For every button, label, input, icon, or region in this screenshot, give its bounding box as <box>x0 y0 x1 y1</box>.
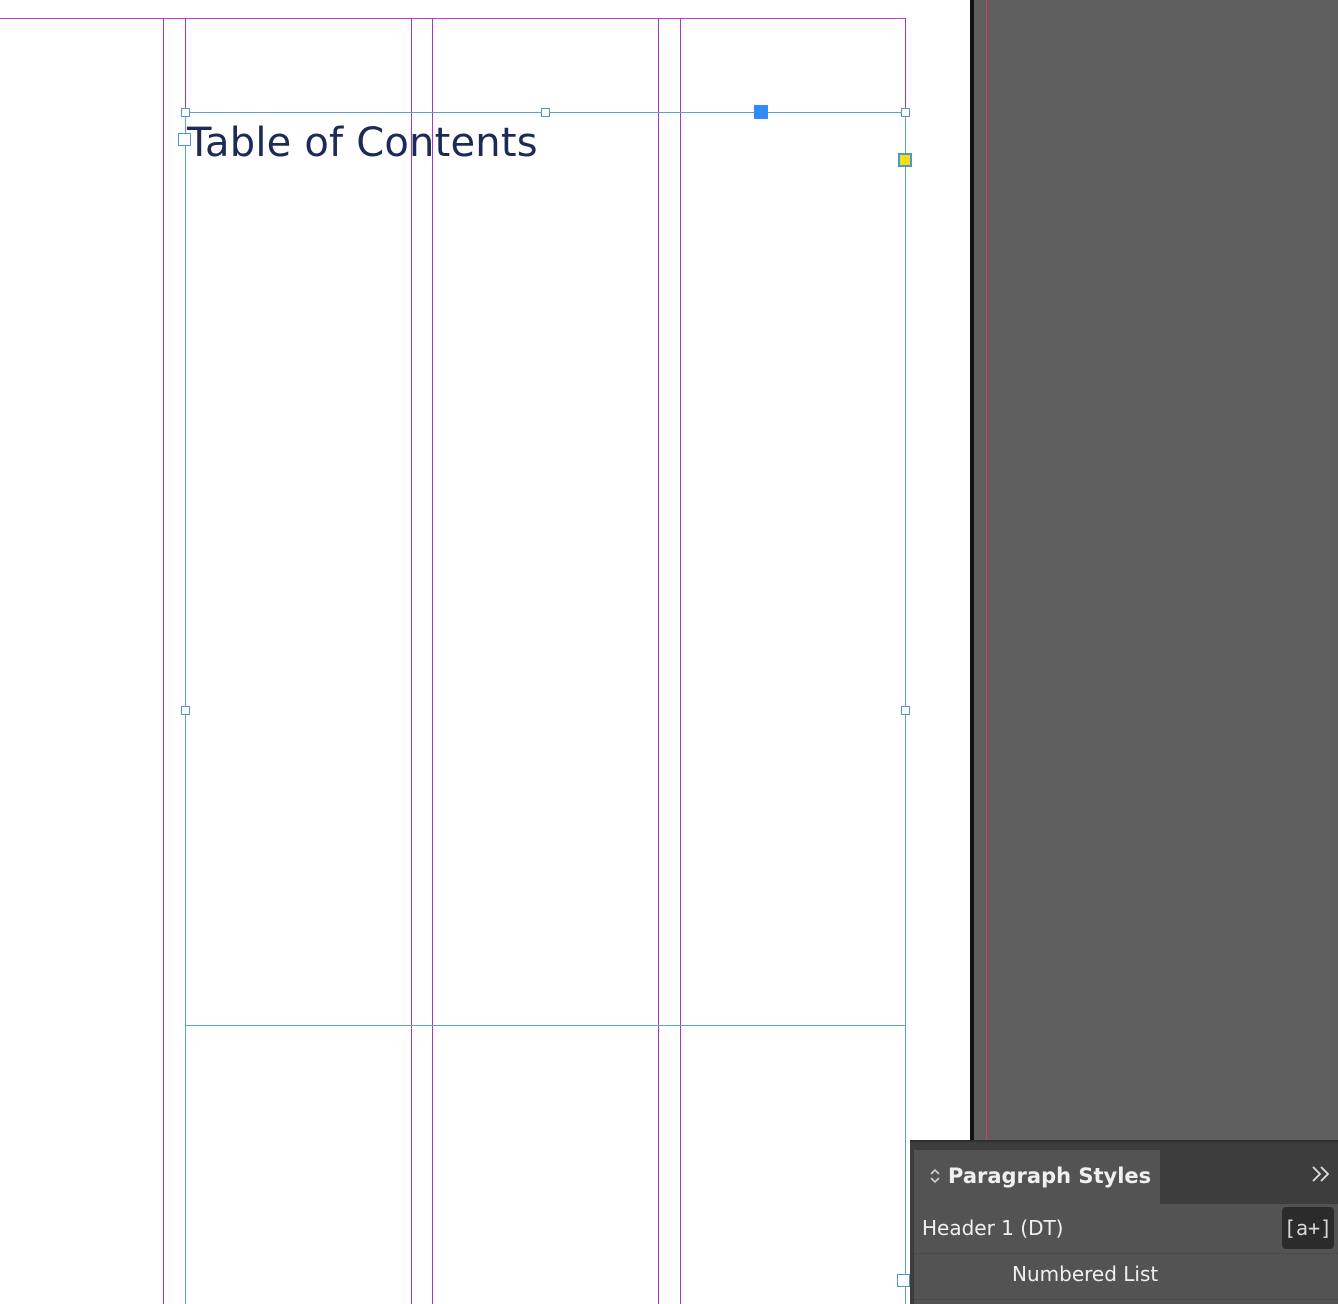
text-frame-divider <box>185 1025 906 1026</box>
frame-handle-middle-right[interactable] <box>901 706 910 715</box>
document-page[interactable] <box>0 0 970 1304</box>
frame-handle-top-center[interactable] <box>541 108 550 117</box>
text-frame-out-port[interactable] <box>897 1274 910 1287</box>
column-guide <box>432 18 433 1304</box>
double-chevron-right-icon[interactable] <box>1310 1164 1332 1187</box>
style-label: Header 1 (DT) <box>922 1216 1064 1240</box>
column-guide <box>658 18 659 1304</box>
collapse-panel-icon <box>1312 1166 1330 1182</box>
frame-handle-reference-point[interactable] <box>754 105 768 119</box>
indesign-canvas[interactable]: Table of Contents Paragraph Styles Heade… <box>0 0 1338 1304</box>
column-guide <box>411 18 412 1304</box>
live-corner-widget[interactable] <box>898 153 912 167</box>
top-margin-guide <box>0 18 906 19</box>
tab-paragraph-styles[interactable]: Paragraph Styles <box>914 1150 1160 1204</box>
frame-handle-middle-left[interactable] <box>181 706 190 715</box>
styles-list: Header 1 (DT) [a+] Numbered List <box>914 1204 1338 1304</box>
page-title[interactable]: Table of Contents <box>187 116 538 170</box>
frame-handle-top-right[interactable] <box>901 108 910 117</box>
panel-title: Paragraph Styles <box>948 1164 1152 1188</box>
updown-arrows-icon-svg <box>930 1168 940 1184</box>
updown-arrows-icon <box>928 1167 942 1187</box>
style-label: Numbered List <box>1012 1262 1159 1286</box>
bleed-guide <box>986 0 987 1140</box>
column-guide <box>163 18 164 1304</box>
list-item-numbered-list[interactable]: Numbered List <box>914 1254 1338 1300</box>
list-item-header-1-dt[interactable]: Header 1 (DT) [a+] <box>914 1204 1338 1254</box>
column-guide <box>680 18 681 1304</box>
new-style-button[interactable]: [a+] <box>1282 1207 1334 1249</box>
pasteboard[interactable] <box>974 0 1338 1304</box>
paragraph-styles-panel: Paragraph Styles Header 1 (DT) [a+] Numb… <box>910 1140 1338 1304</box>
